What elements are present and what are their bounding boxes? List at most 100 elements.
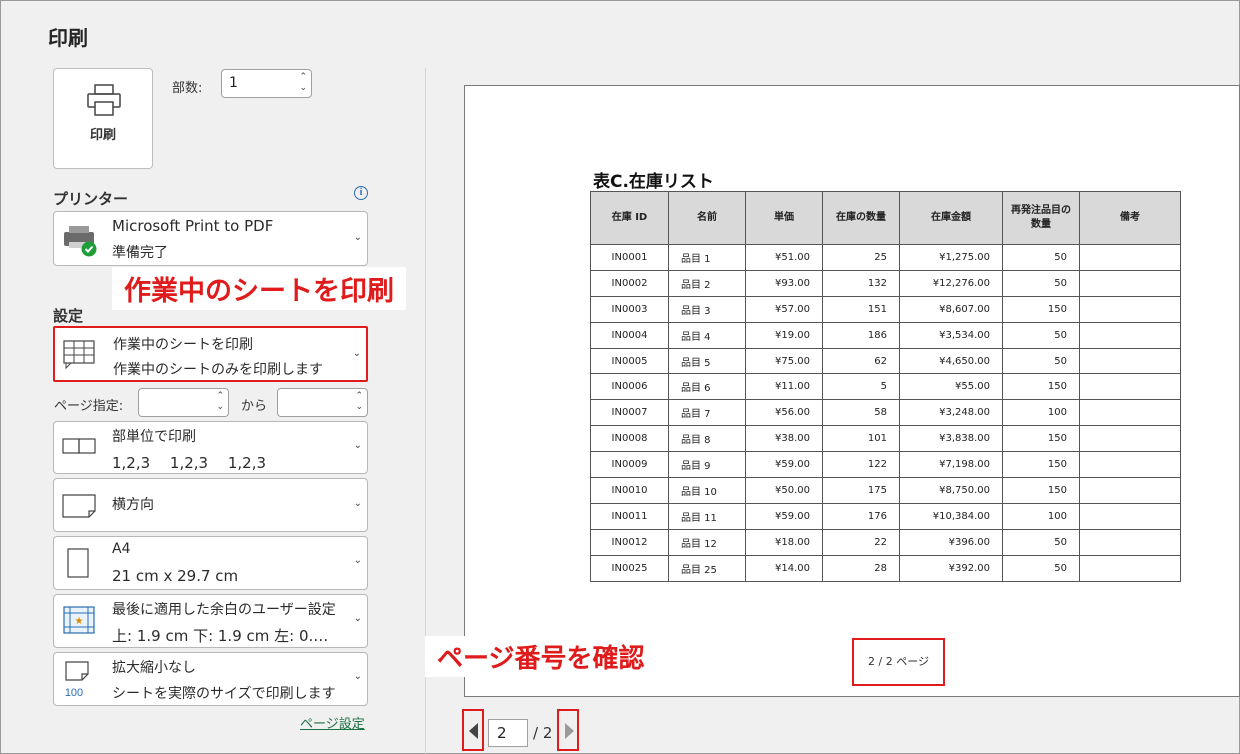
table-cell: 150 xyxy=(1002,295,1080,323)
table-cell: ¥93.00 xyxy=(745,269,823,297)
print-what-dropdown[interactable]: 作業中のシートを印刷 作業中のシートのみを印刷します ⌄ xyxy=(53,326,368,382)
pages-to-spinner-icon[interactable]: ⌃ ⌄ xyxy=(355,391,363,413)
table-cell: IN0001 xyxy=(590,244,669,271)
table-cell: ¥8,750.00 xyxy=(899,477,1003,504)
table-cell: 品目 10 xyxy=(668,477,746,504)
previous-page-button[interactable] xyxy=(462,709,484,751)
table-cell xyxy=(1079,269,1181,297)
table-cell: IN0010 xyxy=(590,477,669,504)
table-cell: 122 xyxy=(822,451,900,479)
table-cell xyxy=(1079,244,1181,271)
copies-spinner-icon[interactable]: ⌃ ⌄ xyxy=(299,72,307,94)
orientation-dropdown[interactable]: 横方向 ⌄ xyxy=(53,478,368,532)
table-row: IN0004 品目 4 ¥19.00 186 ¥3,534.00 50 xyxy=(590,321,1181,349)
table-cell: ¥75.00 xyxy=(745,347,823,375)
inventory-table: 在庫 ID 名前 単価 在庫の数量 在庫金額 再発注品目の数量 備考 IN0001 品目 1 ¥… xyxy=(590,191,1181,582)
table-cell: IN0008 xyxy=(590,425,669,453)
margins-line1: 最後に適用した余白のユーザー設定 xyxy=(112,602,336,618)
table-cell: 50 xyxy=(1002,347,1080,375)
table-cell xyxy=(1079,451,1181,479)
pages-label: ページ指定: xyxy=(54,399,124,414)
table-cell: 58 xyxy=(822,399,900,427)
paper-size-line1: A4 xyxy=(112,541,131,557)
scaling-dropdown[interactable]: 100 拡大縮小なし シートを実際のサイズで印刷します ⌄ xyxy=(53,652,368,706)
table-cell: IN0006 xyxy=(590,373,669,401)
chevron-down-icon: ⌄ xyxy=(353,613,362,624)
table-cell: 22 xyxy=(822,528,900,556)
collation-dropdown[interactable]: 部単位で印刷 1,2,3 1,2,3 1,2,3 ⌄ xyxy=(53,421,368,474)
print-button[interactable]: 印刷 xyxy=(53,68,153,169)
printer-section-label: プリンター xyxy=(53,190,129,208)
table-cell: 50 xyxy=(1002,269,1080,297)
no-scaling-icon: 100 xyxy=(65,661,89,699)
chevron-down-icon: ⌄ xyxy=(352,348,361,359)
info-icon[interactable]: i xyxy=(354,186,368,200)
table-cell: 品目 1 xyxy=(668,244,746,271)
table-cell: 50 xyxy=(1002,528,1080,556)
copies-input[interactable]: 1 ⌃ ⌄ xyxy=(221,69,312,98)
table-header-row: 在庫 ID 名前 単価 在庫の数量 在庫金額 再発注品目の数量 備考 xyxy=(590,191,1181,245)
paper-size-dropdown[interactable]: A4 21 cm x 29.7 cm ⌄ xyxy=(53,536,368,590)
table-row: IN0002 品目 2 ¥93.00 132 ¥12,276.00 50 xyxy=(590,269,1181,297)
current-page-input[interactable]: 2 xyxy=(488,719,528,747)
table-cell: 5 xyxy=(822,373,900,401)
table-cell: ¥3,248.00 xyxy=(899,399,1003,427)
table-cell: 品目 4 xyxy=(668,321,746,349)
table-cell: ¥7,198.00 xyxy=(899,451,1003,479)
table-cell: IN0025 xyxy=(590,554,669,582)
table-cell: ¥3,838.00 xyxy=(899,425,1003,453)
table-cell: ¥18.00 xyxy=(745,528,823,556)
page-number-footer: 2 / 2 ページ xyxy=(852,638,945,686)
table-cell: 品目 6 xyxy=(668,373,746,401)
table-header-cell: 在庫の数量 xyxy=(822,191,900,245)
pages-from-input[interactable]: ⌃ ⌄ xyxy=(138,388,229,417)
margins-dropdown[interactable]: ★ 最後に適用した余白のユーザー設定 上: 1.9 cm 下: 1.9 cm 左… xyxy=(53,594,368,648)
table-cell: ¥57.00 xyxy=(745,295,823,323)
table-cell: 50 xyxy=(1002,554,1080,582)
chevron-down-icon: ⌄ xyxy=(353,440,362,451)
table-cell: ¥51.00 xyxy=(745,244,823,271)
table-cell: 品目 7 xyxy=(668,399,746,427)
printer-icon xyxy=(87,84,121,116)
chevron-down-icon: ⌄ xyxy=(353,671,362,682)
table-cell: ¥4,650.00 xyxy=(899,347,1003,375)
table-cell: ¥59.00 xyxy=(745,502,823,530)
table-cell: 品目 3 xyxy=(668,295,746,323)
next-page-button[interactable] xyxy=(557,709,579,751)
page-setup-link[interactable]: ページ設定 xyxy=(300,713,365,732)
table-cell: IN0002 xyxy=(590,269,669,297)
landscape-icon xyxy=(62,494,96,518)
table-cell: ¥50.00 xyxy=(745,477,823,504)
table-header-cell: 在庫金額 xyxy=(899,191,1003,245)
table-cell xyxy=(1079,425,1181,453)
table-cell: ¥38.00 xyxy=(745,425,823,453)
table-row: IN0001 品目 1 ¥51.00 25 ¥1,275.00 50 xyxy=(590,244,1181,271)
table-cell: 101 xyxy=(822,425,900,453)
table-cell: IN0012 xyxy=(590,528,669,556)
table-row: IN0006 品目 6 ¥11.00 5 ¥55.00 150 xyxy=(590,373,1181,401)
printer-dropdown[interactable]: Microsoft Print to PDF 準備完了 ⌄ xyxy=(53,211,368,266)
table-cell: 62 xyxy=(822,347,900,375)
table-header-cell: 備考 xyxy=(1079,191,1181,245)
table-cell: ¥392.00 xyxy=(899,554,1003,582)
printer-name: Microsoft Print to PDF xyxy=(112,217,274,235)
table-cell: 品目 25 xyxy=(668,554,746,582)
table-cell: ¥8,607.00 xyxy=(899,295,1003,323)
table-cell: IN0004 xyxy=(590,321,669,349)
table-cell xyxy=(1079,502,1181,530)
scaling-line2: シートを実際のサイズで印刷します xyxy=(112,686,336,702)
chevron-down-icon: ⌄ xyxy=(353,555,362,566)
pages-from-spinner-icon[interactable]: ⌃ ⌄ xyxy=(216,391,224,413)
table-cell: 品目 2 xyxy=(668,269,746,297)
table-cell: 50 xyxy=(1002,321,1080,349)
table-row: IN0007 品目 7 ¥56.00 58 ¥3,248.00 100 xyxy=(590,399,1181,427)
table-cell: 100 xyxy=(1002,399,1080,427)
pages-to-input[interactable]: ⌃ ⌄ xyxy=(277,388,368,417)
table-cell xyxy=(1079,347,1181,375)
paper-size-line2: 21 cm x 29.7 cm xyxy=(112,567,239,585)
collation-line2: 1,2,3 1,2,3 1,2,3 xyxy=(112,454,267,472)
chevron-down-icon: ⌄ xyxy=(353,498,362,509)
table-cell: 175 xyxy=(822,477,900,504)
table-cell: ¥56.00 xyxy=(745,399,823,427)
table-cell: ¥14.00 xyxy=(745,554,823,582)
